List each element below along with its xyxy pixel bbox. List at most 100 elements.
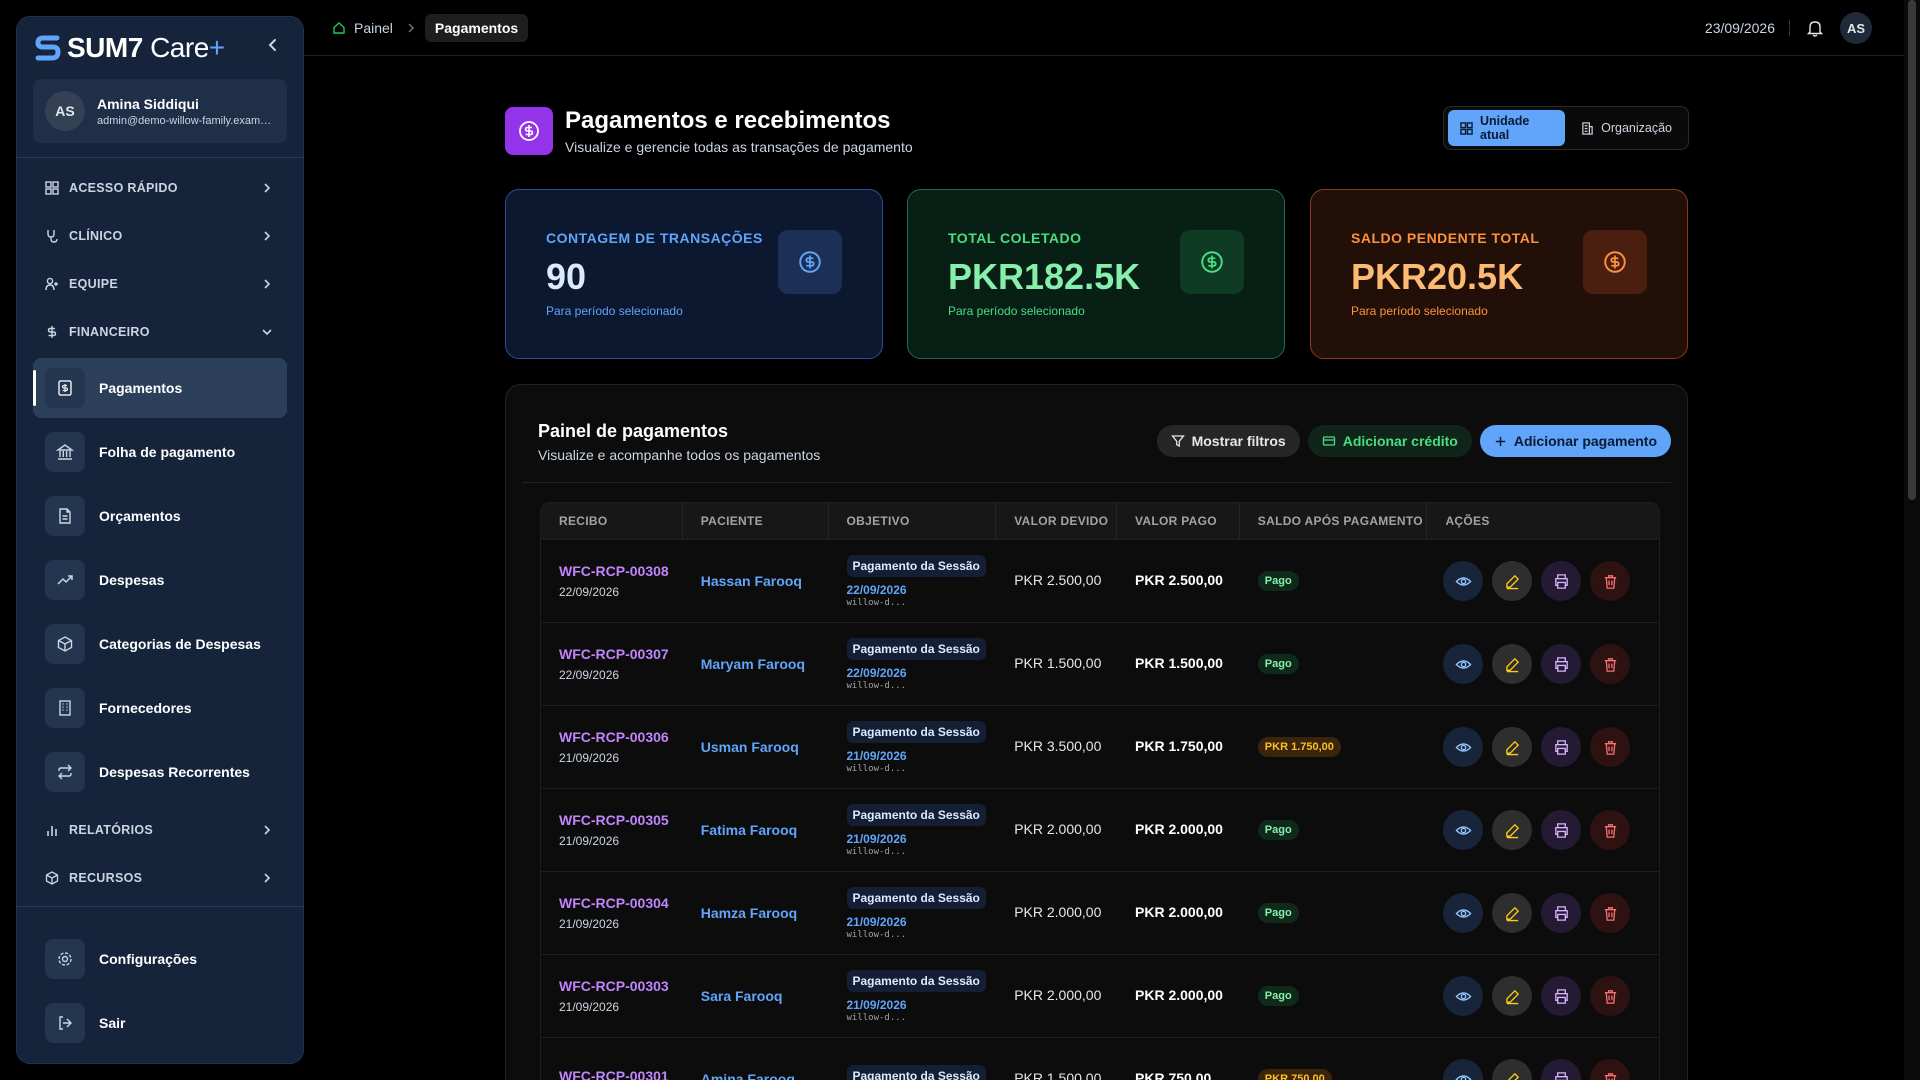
balance-cell: Pago	[1240, 820, 1428, 840]
section-finance[interactable]: FINANCEIRO	[17, 308, 303, 356]
dollar-circle-icon	[1583, 230, 1647, 294]
print-button[interactable]	[1541, 727, 1582, 767]
toggle-label: Organização	[1601, 121, 1672, 135]
view-button[interactable]	[1443, 561, 1484, 601]
delete-button[interactable]	[1590, 976, 1631, 1016]
view-button[interactable]	[1443, 893, 1484, 933]
print-button[interactable]	[1541, 561, 1582, 601]
bell-icon[interactable]	[1806, 19, 1824, 37]
sidebar-item-settings[interactable]: Configurações	[33, 929, 287, 989]
edit-button[interactable]	[1492, 893, 1533, 933]
sidebar-item-label: Despesas Recorrentes	[99, 764, 250, 780]
delete-button[interactable]	[1590, 644, 1631, 684]
view-button[interactable]	[1443, 644, 1484, 684]
receipt-link[interactable]: WFC-RCP-00305	[559, 812, 683, 828]
eye-icon	[1455, 739, 1472, 756]
show-filters-button[interactable]: Mostrar filtros	[1156, 425, 1300, 457]
user-name: Amina Siddiqui	[97, 95, 199, 112]
print-button[interactable]	[1541, 644, 1582, 684]
toggle-organization[interactable]: Organização	[1569, 110, 1684, 146]
edit-button[interactable]	[1492, 810, 1533, 850]
section-quick-access[interactable]: ACESSO RÁPIDO	[17, 164, 303, 212]
print-button[interactable]	[1541, 893, 1582, 933]
receipt-link[interactable]: WFC-RCP-00304	[559, 895, 683, 911]
breadcrumb-home[interactable]: Painel	[328, 14, 397, 42]
delete-button[interactable]	[1590, 893, 1631, 933]
stat-subtext: Para período selecionado	[546, 304, 683, 318]
sidebar-item-expenses[interactable]: Despesas	[33, 550, 287, 610]
print-button[interactable]	[1541, 976, 1582, 1016]
patient-link[interactable]: Maryam Farooq	[701, 656, 829, 672]
row-actions	[1427, 644, 1659, 684]
grid-icon	[45, 181, 59, 195]
chevron-right-icon	[261, 230, 273, 242]
sidebar-item-logout[interactable]: Sair	[33, 993, 287, 1053]
receipt-link[interactable]: WFC-RCP-00301	[559, 1068, 683, 1080]
amount-paid: PKR 2.000,00	[1135, 904, 1223, 920]
add-payment-button[interactable]: Adicionar pagamento	[1479, 425, 1671, 457]
paid-cell: PKR 2.000,00	[1117, 904, 1240, 922]
dollar-circle-icon	[778, 230, 842, 294]
row-actions	[1427, 893, 1659, 933]
section-team[interactable]: EQUIPE	[17, 260, 303, 308]
delete-button[interactable]	[1590, 561, 1631, 601]
sidebar-item-expense-categories[interactable]: Categorias de Despesas	[33, 614, 287, 674]
receipt-link[interactable]: WFC-RCP-00307	[559, 646, 683, 662]
delete-button[interactable]	[1590, 1059, 1631, 1080]
user-card[interactable]: AS Amina Siddiqui admin@demo-willow-fami…	[33, 79, 287, 143]
delete-button[interactable]	[1590, 727, 1631, 767]
section-clinical[interactable]: CLÍNICO	[17, 212, 303, 260]
section-resources[interactable]: RECURSOS	[17, 854, 303, 902]
edit-button[interactable]	[1492, 1059, 1533, 1080]
collapse-sidebar-icon[interactable]	[265, 37, 281, 53]
patient-link[interactable]: Hamza Farooq	[701, 905, 829, 921]
section-label: RECURSOS	[69, 871, 143, 885]
row-actions	[1427, 561, 1659, 601]
avatar[interactable]: AS	[1840, 12, 1872, 44]
edit-button[interactable]	[1492, 727, 1533, 767]
edit-button[interactable]	[1492, 644, 1533, 684]
due-cell: PKR 2.000,00	[996, 904, 1117, 922]
column-header: OBJETIVO	[829, 503, 997, 539]
sidebar-item-payroll[interactable]: Folha de pagamento	[33, 422, 287, 482]
scrollbar-track[interactable]	[1904, 0, 1920, 1080]
sidebar-item-budgets[interactable]: Orçamentos	[33, 486, 287, 546]
sidebar-item-suppliers[interactable]: Fornecedores	[33, 678, 287, 738]
patient-link[interactable]: Usman Farooq	[701, 739, 829, 755]
receipt-link[interactable]: WFC-RCP-00303	[559, 978, 683, 994]
edit-button[interactable]	[1492, 561, 1533, 601]
trash-icon	[1602, 1071, 1619, 1080]
edit-button[interactable]	[1492, 976, 1533, 1016]
brand-logo[interactable]: SUM7 Care+	[35, 32, 225, 64]
eye-icon	[1455, 656, 1472, 673]
section-label: CLÍNICO	[69, 229, 123, 243]
table-row: WFC-RCP-00307 22/09/2026 Maryam Farooq P…	[541, 622, 1659, 705]
patient-cell: Maryam Farooq	[683, 656, 829, 672]
sidebar-item-recurring-expenses[interactable]: Despesas Recorrentes	[33, 742, 287, 802]
document-icon	[45, 496, 85, 536]
scrollbar-thumb[interactable]	[1908, 0, 1916, 500]
paid-cell: PKR 2.000,00	[1117, 821, 1240, 839]
patient-link[interactable]: Hassan Farooq	[701, 573, 829, 589]
print-button[interactable]	[1541, 810, 1582, 850]
sidebar-item-label: Orçamentos	[99, 508, 181, 524]
receipt-link[interactable]: WFC-RCP-00308	[559, 563, 683, 579]
building-icon	[1581, 121, 1594, 135]
view-button[interactable]	[1443, 727, 1484, 767]
logo-s-icon	[35, 34, 61, 62]
view-button[interactable]	[1443, 976, 1484, 1016]
view-button[interactable]	[1443, 810, 1484, 850]
print-button[interactable]	[1541, 1059, 1582, 1080]
amount-paid: PKR 2.000,00	[1135, 821, 1223, 837]
sidebar-item-payments[interactable]: Pagamentos	[33, 358, 287, 418]
button-label: Mostrar filtros	[1191, 433, 1286, 449]
patient-link[interactable]: Sara Farooq	[701, 988, 829, 1004]
section-reports[interactable]: RELATÓRIOS	[17, 806, 303, 854]
receipt-link[interactable]: WFC-RCP-00306	[559, 729, 683, 745]
view-button[interactable]	[1443, 1059, 1484, 1080]
add-credit-button[interactable]: Adicionar crédito	[1307, 425, 1472, 457]
delete-button[interactable]	[1590, 810, 1631, 850]
patient-link[interactable]: Fatima Farooq	[701, 822, 829, 838]
patient-link[interactable]: Amina Farooq	[701, 1071, 829, 1080]
toggle-current-unit[interactable]: Unidade atual	[1448, 110, 1566, 146]
